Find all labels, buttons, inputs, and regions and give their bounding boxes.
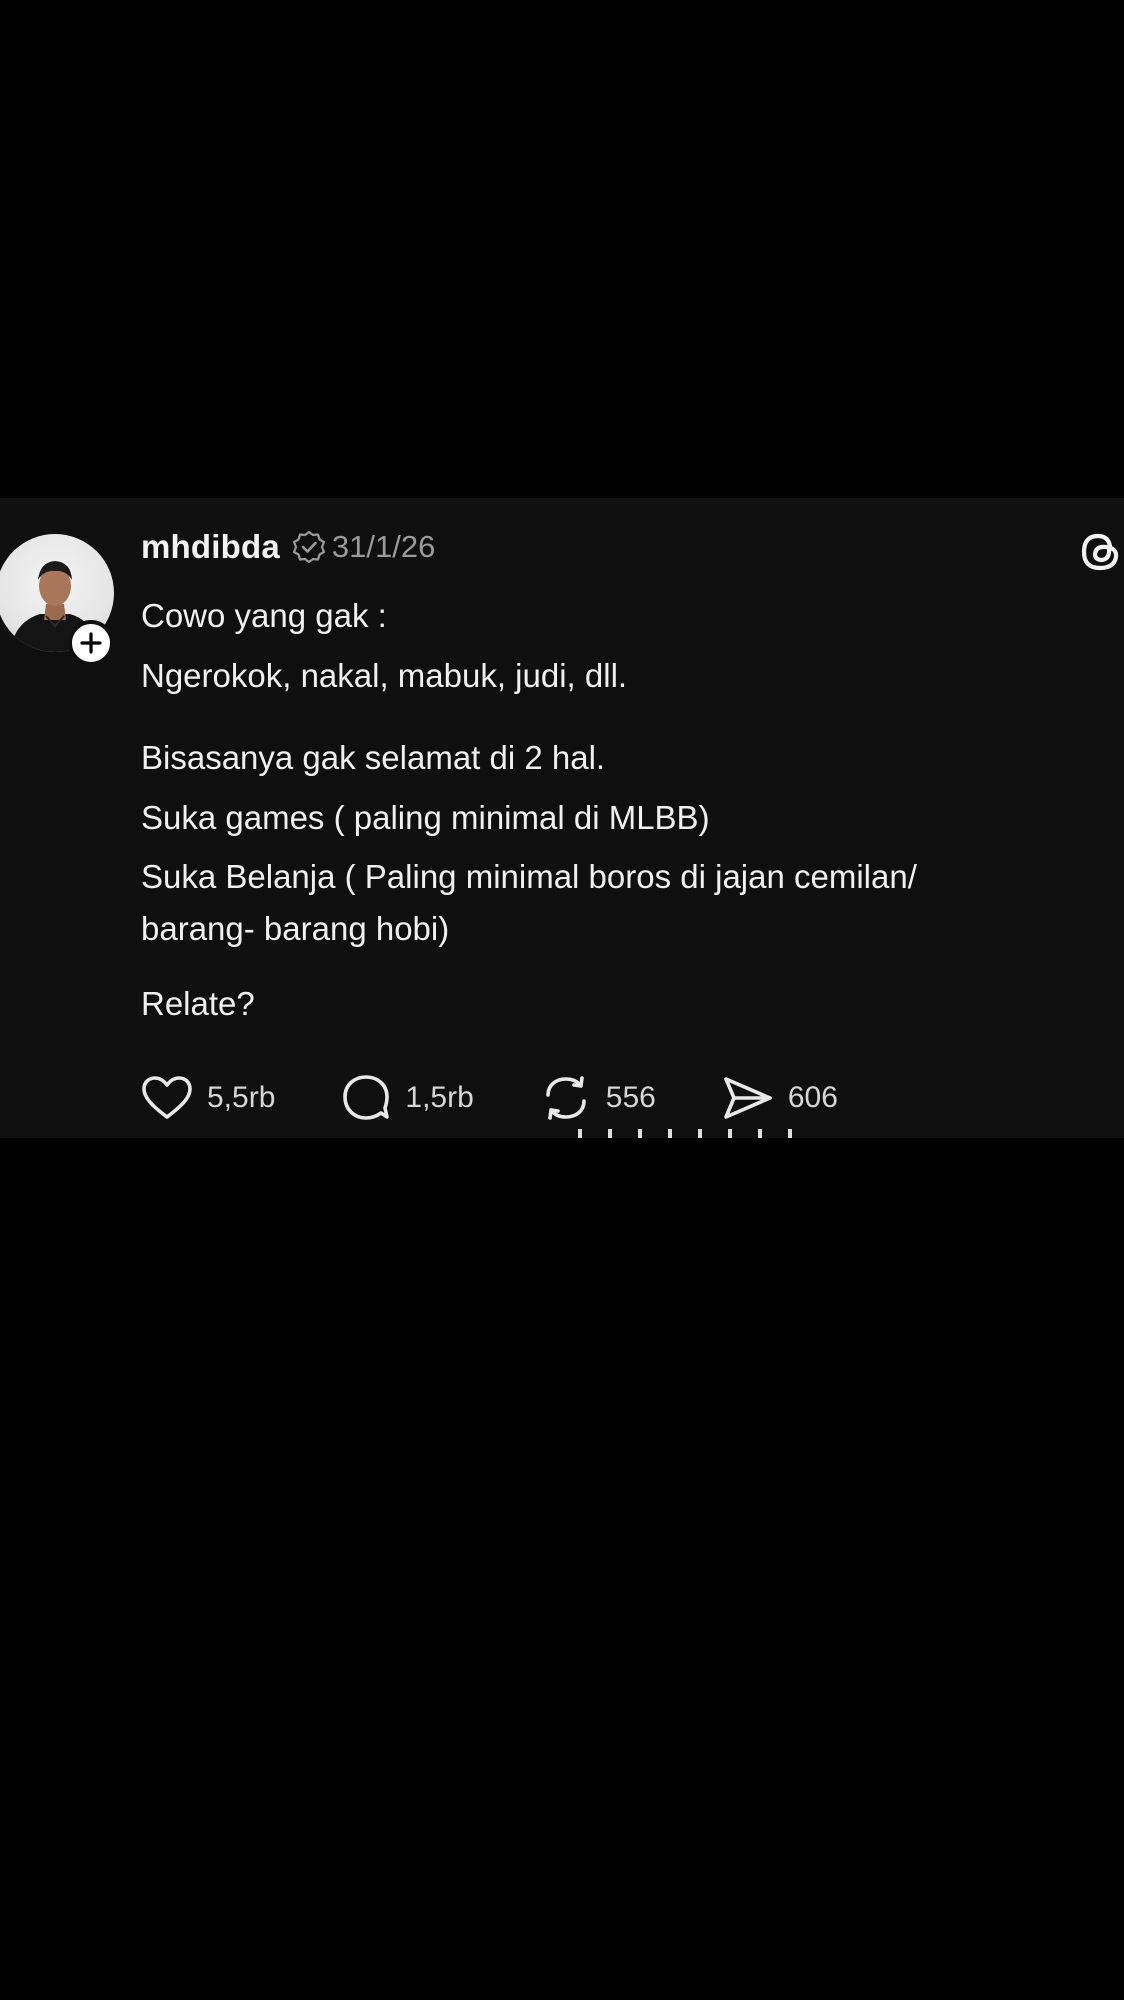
post-line-7: Relate? [141, 985, 255, 1022]
share-button[interactable]: 606 [722, 1075, 838, 1121]
share-count: 606 [787, 1081, 838, 1114]
repost-count: 556 [605, 1081, 656, 1114]
avatar-container[interactable] [0, 534, 116, 666]
cut-off-text [578, 1128, 878, 1138]
post-body: Cowo yang gak : Ngerokok, nakal, mabuk, … [141, 586, 1101, 1034]
threads-logo-icon[interactable] [1076, 528, 1124, 576]
comment-bubble-icon [343, 1075, 390, 1120]
repost-icon [545, 1076, 586, 1120]
like-button[interactable]: 5,5rb [141, 1075, 275, 1121]
like-count: 5,5rb [207, 1081, 276, 1114]
post-actions: 5,5rb 1,5rb 556 606 [141, 1072, 904, 1124]
send-icon [724, 1077, 772, 1119]
post-header: mhdibda 31/1/26 [141, 524, 435, 570]
post-line-2: Ngerokok, nakal, mabuk, judi, dll. [141, 657, 628, 694]
screen: mhdibda 31/1/26 Cowo yang gak : Ngerokok… [0, 0, 1124, 2000]
heart-icon [142, 1076, 192, 1119]
plus-icon [80, 632, 102, 654]
post-line-6: barang- barang hobi) [141, 910, 450, 947]
comment-count: 1,5rb [405, 1081, 474, 1114]
comment-button[interactable]: 1,5rb [341, 1073, 474, 1123]
repost-button[interactable]: 556 [540, 1073, 656, 1123]
follow-button[interactable] [68, 620, 114, 666]
post-card[interactable]: mhdibda 31/1/26 Cowo yang gak : Ngerokok… [0, 498, 1124, 1138]
post-line-1: Cowo yang gak : [141, 597, 387, 634]
username[interactable]: mhdibda [141, 528, 280, 566]
verified-badge-icon [292, 530, 326, 564]
post-timestamp: 31/1/26 [331, 529, 436, 564]
post-line-4: Suka games ( paling minimal di MLBB) [141, 799, 710, 836]
post-line-5: Suka Belanja ( Paling minimal boros di j… [141, 858, 917, 895]
post-line-3: Bisasanya gak selamat di 2 hal. [141, 739, 606, 776]
